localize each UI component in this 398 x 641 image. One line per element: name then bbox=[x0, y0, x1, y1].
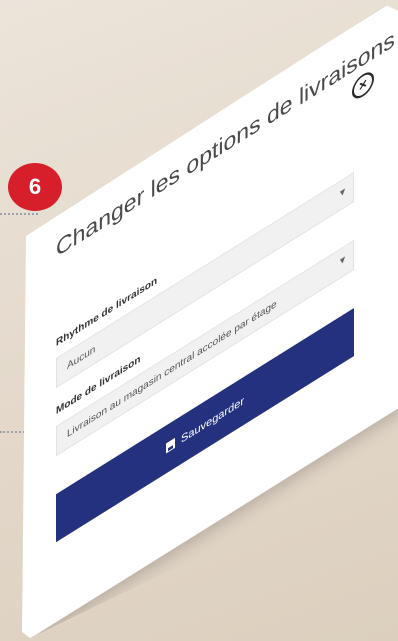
delivery-rhythm-value: Aucun bbox=[67, 343, 96, 373]
chevron-down-icon: ▼ bbox=[338, 252, 347, 268]
floppy-disk-icon bbox=[166, 437, 175, 454]
chevron-down-icon: ▼ bbox=[338, 184, 347, 200]
dialog-wrapper: × Changer les options de livraisons Rhyt… bbox=[22, 5, 398, 638]
save-button-label: Sauvegarder bbox=[181, 394, 244, 447]
dotted-guide-line-top bbox=[0, 213, 38, 215]
delivery-options-dialog: × Changer les options de livraisons Rhyt… bbox=[22, 5, 398, 638]
step-number-badge: 6 bbox=[8, 163, 62, 211]
dialog-title: Changer les options de livraisons bbox=[56, 24, 395, 263]
